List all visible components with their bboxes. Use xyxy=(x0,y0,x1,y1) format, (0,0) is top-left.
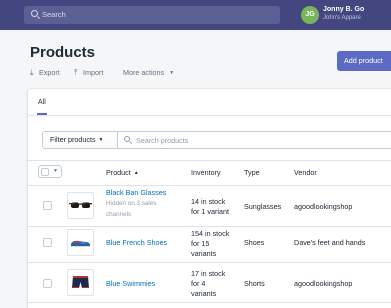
shoes-image xyxy=(71,240,90,247)
vendor-cell: agoodlookingshop xyxy=(294,202,353,211)
inventory-cell: for 4 xyxy=(191,279,206,288)
column-header-inventory[interactable]: Inventory xyxy=(191,168,221,177)
row-checkbox[interactable] xyxy=(43,238,52,247)
import-label: Import xyxy=(83,68,104,77)
product-note: channels xyxy=(106,211,132,218)
inventory-cell: variants xyxy=(191,289,217,298)
sort-up-icon: ▲ xyxy=(133,170,139,176)
type-cell: Shorts xyxy=(244,279,265,288)
column-header-vendor[interactable]: Vendor xyxy=(294,168,317,177)
top-bar: Search JG Jonny B. Go John's Appare xyxy=(0,0,391,30)
chevron-down-icon: ▼ xyxy=(169,70,175,76)
checkbox-box xyxy=(41,168,49,176)
search-icon xyxy=(124,136,130,142)
user-name[interactable]: Jonny B. Go xyxy=(323,6,364,13)
chevron-down-icon: ▼ xyxy=(98,137,104,143)
store-name: John's Appare xyxy=(323,15,361,21)
product-name-link[interactable]: Blue Swimmies xyxy=(106,279,155,289)
divider xyxy=(28,262,391,263)
tab-all[interactable]: All xyxy=(38,99,46,106)
page-title: Products xyxy=(30,44,96,61)
inventory-cell: 17 in stock xyxy=(191,269,226,278)
divider xyxy=(28,185,391,186)
import-icon: ⤒ xyxy=(74,68,78,77)
search-products-input[interactable]: Search products xyxy=(117,131,391,149)
global-search-placeholder: Search xyxy=(42,10,66,19)
column-header-product[interactable]: Product ▲ xyxy=(106,168,139,177)
search-icon xyxy=(31,10,38,17)
divider xyxy=(28,302,391,303)
vendor-cell: Dave's feet and hands xyxy=(294,238,366,247)
inventory-cell: 14 in stock xyxy=(191,197,226,206)
avatar[interactable]: JG xyxy=(301,6,319,24)
column-header-product-label: Product xyxy=(106,168,131,177)
product-name-link[interactable]: Black Ban Glasses xyxy=(106,188,166,198)
more-actions-button[interactable]: More actions ▼ xyxy=(123,68,174,77)
divider xyxy=(28,226,391,227)
filter-products-label: Filter products xyxy=(50,135,96,144)
export-label: Export xyxy=(39,68,60,77)
swimmies-image xyxy=(72,276,89,288)
inventory-cell: for 15 xyxy=(191,239,210,248)
import-button[interactable]: ⤒ Import xyxy=(74,68,103,78)
search-products-placeholder: Search products xyxy=(136,136,189,145)
product-name-link[interactable]: Blue French Shoes xyxy=(106,238,167,248)
column-header-type[interactable]: Type xyxy=(244,168,260,177)
tab-active-indicator xyxy=(37,113,47,115)
export-icon: ⤓ xyxy=(30,68,34,77)
glasses-image xyxy=(69,202,92,208)
products-card: All Filter products ▼ Search products ▼ P… xyxy=(28,89,391,308)
vendor-cell: agoodlookingshop xyxy=(294,279,353,288)
row-checkbox[interactable] xyxy=(43,201,52,210)
inventory-cell: 154 in stock xyxy=(191,229,230,238)
product-thumbnail-swimmies[interactable] xyxy=(67,269,94,296)
export-button[interactable]: ⤓ Export xyxy=(30,68,60,78)
type-cell: Sunglasses xyxy=(244,202,282,211)
inventory-cell: for 1 variant xyxy=(191,207,229,216)
add-product-button[interactable]: Add product xyxy=(337,51,391,71)
product-thumbnail-shoes[interactable] xyxy=(67,229,94,256)
row-checkbox[interactable] xyxy=(43,279,52,288)
select-all-checkbox[interactable]: ▼ xyxy=(38,165,62,178)
more-actions-label: More actions xyxy=(123,68,165,77)
global-search-input[interactable]: Search xyxy=(24,6,280,24)
type-cell: Shoes xyxy=(244,238,265,247)
chevron-down-icon: ▼ xyxy=(53,168,58,174)
divider xyxy=(28,160,391,161)
filter-products-button[interactable]: Filter products ▼ xyxy=(42,131,118,149)
tab-bar: All xyxy=(28,89,391,116)
product-note: Hidden on 3 sales xyxy=(106,200,157,207)
product-thumbnail-glasses[interactable] xyxy=(67,192,94,219)
inventory-cell: variants xyxy=(191,249,217,258)
